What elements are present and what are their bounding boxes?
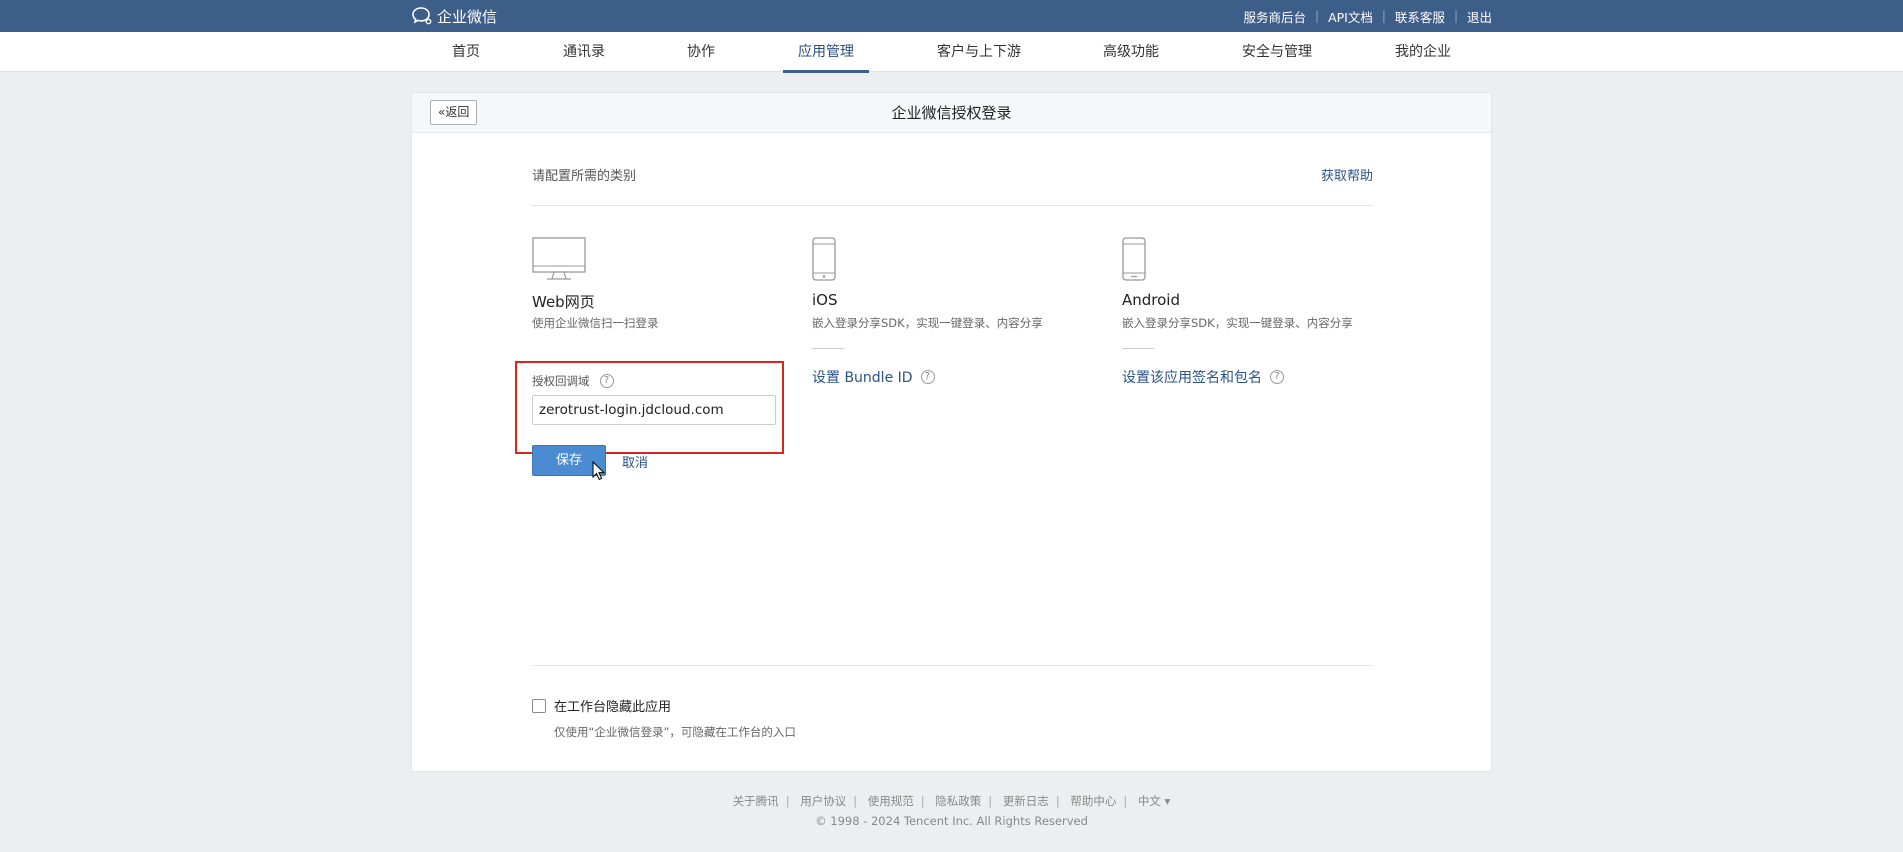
set-bundle-id-link[interactable]: 设置 Bundle ID ? xyxy=(812,367,935,387)
nav-advanced[interactable]: 高级功能 xyxy=(1100,32,1162,72)
footer-separator: | xyxy=(988,794,993,808)
footer-separator: | xyxy=(1123,794,1128,808)
divider xyxy=(532,205,1373,206)
contact-support-link[interactable]: 联系客服 xyxy=(1395,7,1445,26)
platform-name: iOS xyxy=(812,291,838,309)
top-link-separator: | xyxy=(1315,9,1320,23)
platform-name: Web网页 xyxy=(532,293,595,311)
platform-ios: iOS 嵌入登录分享SDK，实现一键登录、内容分享 设置 Bundle ID ? xyxy=(812,237,1043,386)
platform-android: Android 嵌入登录分享SDK，实现一键登录、内容分享 设置该应用签名和包名… xyxy=(1122,237,1353,386)
page-title: 企业微信授权登录 xyxy=(891,104,1012,122)
card-header: 企业微信授权登录 «返回 xyxy=(412,93,1491,133)
hide-app-desc: 仅使用“企业微信登录”，可隐藏在工作台的入口 xyxy=(554,725,796,739)
main-nav: 首页 通讯录 协作 应用管理 客户与上下游 高级功能 安全与管理 我的企业 xyxy=(0,32,1903,73)
brand-logo[interactable]: 企业微信 xyxy=(411,6,497,26)
hide-app-checkbox[interactable] xyxy=(532,698,546,713)
footer-help-center-link[interactable]: 帮助中心 xyxy=(1070,794,1116,808)
set-signature-package-label: 设置该应用签名和包名 xyxy=(1122,370,1262,386)
nav-collaboration[interactable]: 协作 xyxy=(685,32,717,72)
login-config-card: 企业微信授权登录 «返回 请配置所需的类别 获取帮助 Web网页 使用企业微信扫… xyxy=(411,92,1492,772)
mini-divider xyxy=(812,348,844,349)
footer-usage-rules-link[interactable]: 使用规范 xyxy=(868,794,914,808)
phone-icon xyxy=(812,237,836,281)
callback-domain-label-text: 授权回调域 xyxy=(532,374,590,388)
get-help-link[interactable]: 获取帮助 xyxy=(1321,165,1373,184)
callback-domain-label: 授权回调域 ? xyxy=(532,373,614,389)
monitor-icon xyxy=(532,237,586,280)
footer-separator: | xyxy=(785,794,790,808)
top-links: 服务商后台 | API文档 | 联系客服 | 退出 xyxy=(1244,0,1492,32)
cancel-link[interactable]: 取消 xyxy=(622,452,648,471)
callback-domain-input[interactable] xyxy=(532,395,776,425)
help-icon[interactable]: ? xyxy=(599,374,614,388)
copyright: © 1998 - 2024 Tencent Inc. All Rights Re… xyxy=(815,814,1088,828)
platform-web: Web网页 使用企业微信扫一扫登录 xyxy=(532,237,659,330)
footer-user-agreement-link[interactable]: 用户协议 xyxy=(800,794,846,808)
hide-app-option: 在工作台隐藏此应用 xyxy=(532,696,671,715)
help-icon[interactable]: ? xyxy=(1270,370,1284,384)
logout-link[interactable]: 退出 xyxy=(1467,7,1492,26)
top-link-separator: | xyxy=(1453,9,1458,23)
platform-desc: 使用企业微信扫一扫登录 xyxy=(532,316,659,330)
set-bundle-id-label: 设置 Bundle ID xyxy=(812,370,913,386)
footer-separator: | xyxy=(853,794,858,808)
brand-name: 企业微信 xyxy=(437,7,498,26)
footer-privacy-link[interactable]: 隐私政策 xyxy=(935,794,981,808)
set-signature-package-link[interactable]: 设置该应用签名和包名 ? xyxy=(1122,367,1284,387)
hide-app-label[interactable]: 在工作台隐藏此应用 xyxy=(554,696,671,715)
wecom-logo-icon xyxy=(412,7,432,25)
platform-desc: 嵌入登录分享SDK，实现一键登录、内容分享 xyxy=(1122,316,1353,330)
footer-changelog-link[interactable]: 更新日志 xyxy=(1003,794,1049,808)
platform-desc: 嵌入登录分享SDK，实现一键登录、内容分享 xyxy=(812,316,1043,330)
platform-name: Android xyxy=(1122,291,1180,309)
mini-divider xyxy=(1122,348,1154,349)
footer-links: 关于腾讯 | 用户协议 | 使用规范 | 隐私政策 | 更新日志 | 帮助中心 | 中文 ▾ xyxy=(0,793,1903,809)
service-provider-link[interactable]: 服务商后台 xyxy=(1244,7,1307,26)
nav-my-company[interactable]: 我的企业 xyxy=(1392,32,1454,72)
top-link-separator: | xyxy=(1381,9,1386,23)
back-button[interactable]: «返回 xyxy=(430,100,478,125)
phone-icon xyxy=(1122,237,1146,281)
top-bar: 企业微信 服务商后台 | API文档 | 联系客服 | 退出 xyxy=(0,0,1903,32)
api-docs-link[interactable]: API文档 xyxy=(1328,7,1373,26)
nav-app-management[interactable]: 应用管理 xyxy=(783,32,869,73)
section-label: 请配置所需的类别 xyxy=(532,169,637,184)
mouse-cursor-icon xyxy=(592,461,606,481)
back-button-label: 返回 xyxy=(445,105,470,119)
footer-separator: | xyxy=(1055,794,1060,808)
footer-about-link[interactable]: 关于腾讯 xyxy=(733,794,779,808)
nav-security[interactable]: 安全与管理 xyxy=(1240,32,1314,72)
nav-home[interactable]: 首页 xyxy=(448,32,484,72)
language-selector[interactable]: 中文 ▾ xyxy=(1138,794,1170,808)
nav-customers[interactable]: 客户与上下游 xyxy=(935,32,1023,72)
footer-separator: | xyxy=(920,794,925,808)
divider xyxy=(532,665,1373,666)
nav-contacts[interactable]: 通讯录 xyxy=(562,32,606,72)
help-icon[interactable]: ? xyxy=(920,370,935,384)
